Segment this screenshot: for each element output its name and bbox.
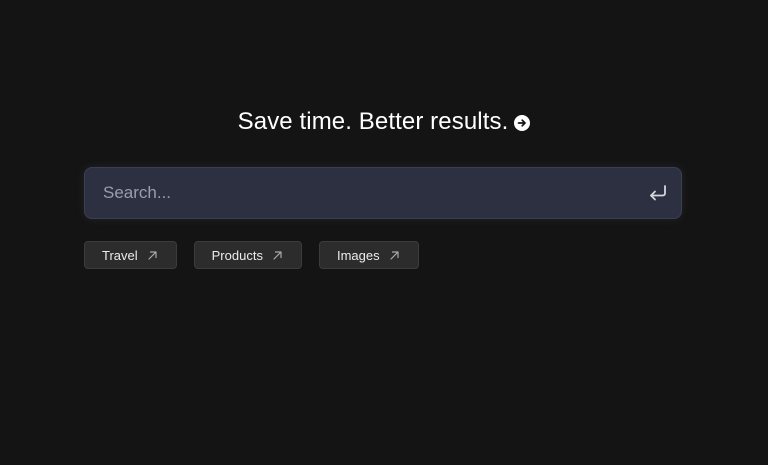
arrow-up-right-icon <box>389 250 400 261</box>
enter-return-icon <box>650 185 666 201</box>
suggestion-chips: Travel Products Images <box>84 241 419 269</box>
chip-label: Travel <box>102 247 138 263</box>
search-box[interactable] <box>84 167 682 219</box>
arrow-right-circle-icon[interactable] <box>514 114 531 131</box>
arrow-up-right-icon <box>147 250 158 261</box>
chip-label: Images <box>336 247 380 263</box>
headline: Save time. Better results. <box>0 106 768 138</box>
chip-images[interactable]: Images <box>318 241 419 269</box>
headline-text: Save time. Better results. <box>237 108 509 135</box>
search-input[interactable] <box>85 168 635 218</box>
chip-products[interactable]: Products <box>193 241 302 269</box>
enter-button[interactable] <box>635 168 681 218</box>
page: Save time. Better results. Travel Produc… <box>0 0 768 465</box>
chip-travel[interactable]: Travel <box>84 241 177 269</box>
arrow-up-right-icon <box>272 250 283 261</box>
chip-label: Products <box>211 247 263 263</box>
